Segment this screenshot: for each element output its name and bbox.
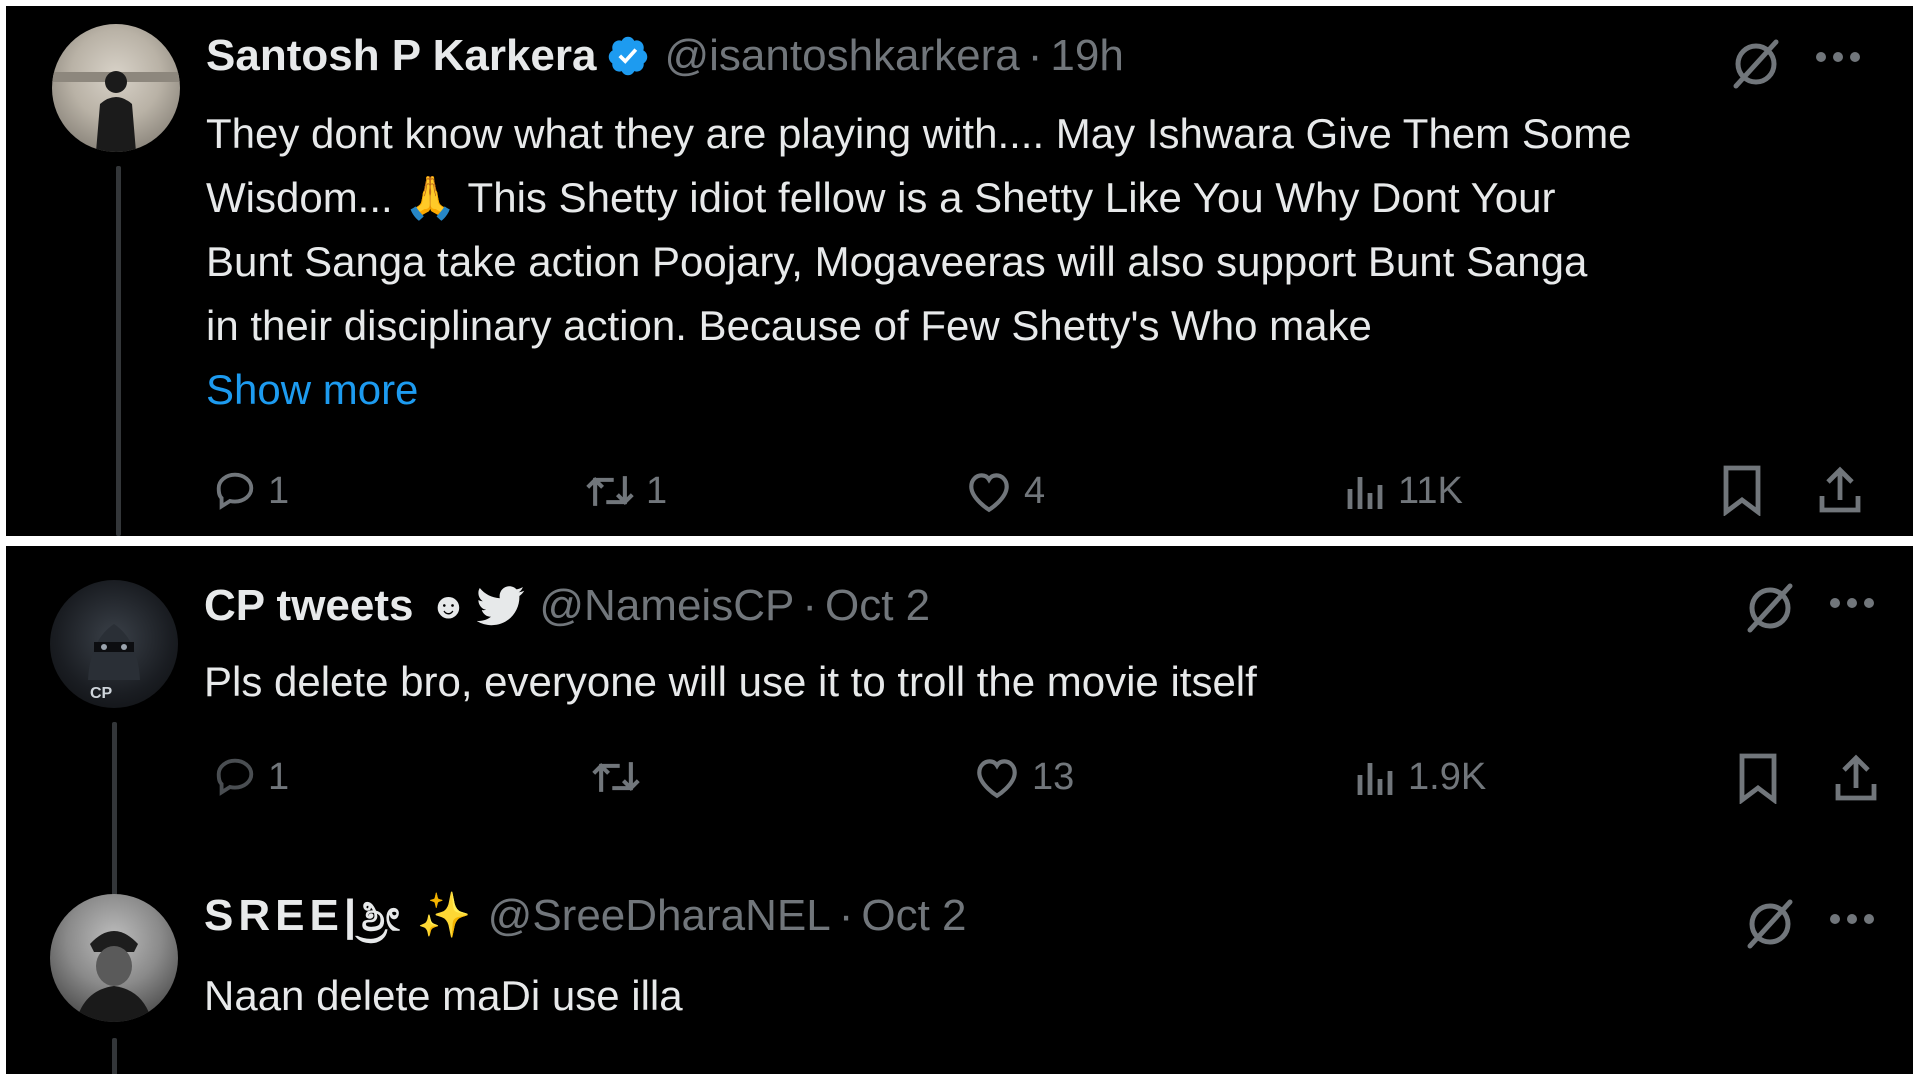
name-emoji: ☻ [429, 585, 468, 626]
reply-count: 1 [268, 469, 290, 512]
reply-icon [216, 758, 254, 796]
avatar-photo: CP [88, 624, 140, 702]
tweet-text: Pls delete bro, everyone will use it to … [204, 658, 1257, 705]
tweet-text: Naan delete maDi use illa [204, 972, 683, 1019]
repost-icon [592, 762, 640, 792]
avatar-photo [76, 931, 152, 1022]
bookmark-icon[interactable] [1736, 752, 1780, 804]
display-name[interactable]: Santosh P Karkera [206, 28, 596, 84]
more-icon[interactable] [1814, 50, 1862, 64]
bird-icon [477, 586, 525, 626]
name-emoji: ✨ [416, 891, 472, 940]
verified-badge-icon [609, 36, 648, 76]
heart-icon [977, 759, 1017, 799]
thread-line [116, 166, 121, 536]
more-icon[interactable] [1828, 912, 1876, 926]
views-button[interactable]: 11K [1344, 468, 1463, 514]
bookmark-icon[interactable] [1720, 464, 1764, 516]
display-name[interactable]: SREE|ಶ್ರೀ [204, 888, 405, 944]
reply-icon [216, 472, 254, 510]
tweet-header: CP tweets ☻ @NameisCP · Oct 2 [204, 578, 930, 634]
views-icon [1347, 477, 1383, 509]
repost-button[interactable] [590, 754, 652, 800]
thread-line [112, 1038, 117, 1074]
tweet-text: They dont know what they are playing wit… [206, 102, 1886, 422]
grok-icon[interactable] [1742, 896, 1798, 952]
avatar-text: CP [90, 685, 113, 702]
share-icon[interactable] [1816, 464, 1864, 516]
display-name[interactable]: CP tweets [204, 578, 414, 634]
separator-dot: · [802, 581, 817, 630]
tweet-text-line: They dont know what they are playing wit… [206, 110, 1632, 157]
views-count: 11K [1398, 469, 1463, 512]
like-button[interactable]: 4 [964, 468, 1045, 514]
tweet-text-line: in their disciplinary action. Because of… [206, 302, 1372, 349]
grok-icon[interactable] [1742, 580, 1798, 636]
tweet-header: SREE|ಶ್ರೀ ✨ @SreeDharaNEL · Oct 2 [204, 888, 967, 944]
separator-dot: · [838, 891, 854, 940]
like-button[interactable]: 13 [972, 754, 1074, 800]
views-count: 1.9K [1408, 755, 1487, 798]
reply-button[interactable]: 1 [212, 754, 289, 800]
handle[interactable]: @SreeDharaNEL [488, 888, 831, 944]
avatar[interactable] [50, 894, 178, 1022]
repost-icon [586, 476, 634, 506]
like-count: 13 [1032, 755, 1075, 798]
share-icon[interactable] [1832, 752, 1880, 804]
tweet-panel-2: CP CP tweets ☻ @NameisCP · Oct 2 Pls del… [6, 546, 1913, 1074]
repost-button[interactable]: 1 [584, 468, 667, 514]
tweet-panel-1: Santosh P Karkera @isantoshkarkera · 19h… [6, 6, 1913, 536]
avatar-photo [52, 71, 180, 152]
views-button[interactable]: 1.9K [1354, 754, 1486, 800]
reply-button[interactable]: 1 [212, 468, 289, 514]
show-more-link[interactable]: Show more [206, 358, 1886, 422]
handle[interactable]: @NameisCP [539, 578, 794, 634]
grok-icon[interactable] [1728, 36, 1784, 92]
timestamp[interactable]: Oct 2 [825, 578, 930, 634]
avatar[interactable] [52, 24, 180, 152]
more-icon[interactable] [1828, 596, 1876, 610]
repost-count: 1 [646, 469, 668, 512]
like-count: 4 [1024, 469, 1046, 512]
reply-count: 1 [268, 755, 290, 798]
tweet-text-line: Wisdom... 🙏 This Shetty idiot fellow is … [206, 174, 1556, 221]
timestamp[interactable]: 19h [1050, 28, 1123, 84]
avatar[interactable]: CP [50, 580, 178, 708]
tweet-header: Santosh P Karkera @isantoshkarkera · 19h [206, 28, 1124, 84]
views-icon [1357, 763, 1393, 795]
tweet-text-line: Bunt Sanga take action Poojary, Mogaveer… [206, 238, 1588, 285]
handle[interactable]: @isantoshkarkera [664, 28, 1019, 84]
separator-dot: · [1027, 31, 1043, 80]
heart-icon [969, 473, 1009, 513]
timestamp[interactable]: Oct 2 [861, 888, 966, 944]
